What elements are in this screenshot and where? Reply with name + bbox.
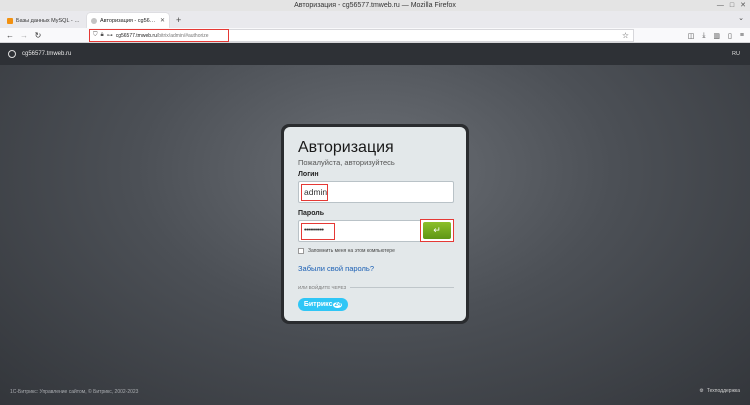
tab-title: Авторизация - cg56577.tmweb.ru (100, 17, 157, 24)
or-separator: ИЛИ ВОЙДИТЕ ЧЕРЕЗ (298, 285, 454, 290)
url-host: cg56577.tmweb.ru (115, 32, 157, 39)
support-label: Техподдержка (706, 388, 740, 394)
copyright: 1С-Битрикс: Управление сайтом, © Битрикс… (10, 389, 139, 395)
bitrix24-login-button[interactable]: Битрикс 24 (298, 298, 348, 311)
login-value[interactable]: admin (301, 184, 328, 201)
enter-icon: ↵ (433, 225, 441, 235)
sidebar-icon[interactable]: ▯ (728, 32, 732, 40)
url-bar[interactable]: ⛉ 🔒︎ ⊶ cg56577.tmweb.ru/bitrix/admin/#au… (89, 29, 229, 42)
separator-line (350, 287, 454, 288)
auth-title: Авторизация (298, 139, 394, 156)
tab-title: Базы данных MySQL - Интерн (16, 17, 81, 24)
gear-icon: ⚙ (699, 388, 704, 394)
window-controls: — □ ✕ (717, 0, 746, 11)
pocket-icon[interactable]: ◫ (688, 32, 695, 40)
login-label: Логин (298, 171, 319, 178)
lock-icon[interactable]: 🔒︎ (101, 32, 104, 39)
b24-num: 24 (333, 301, 343, 308)
bitrix-favicon-icon (91, 17, 97, 24)
list-tabs-icon[interactable]: ⌄ (738, 14, 744, 22)
toolbar-right: ◫ ⤓ ▥ ▯ ≡ (688, 28, 744, 43)
password-value[interactable]: •••••••••• (301, 223, 335, 240)
site-icon[interactable] (8, 50, 16, 58)
login-field[interactable]: admin (298, 181, 454, 203)
window-title: Авторизация - cg56577.tmweb.ru — Mozilla… (294, 2, 456, 9)
forward-icon[interactable]: → (17, 31, 31, 40)
new-tab-button[interactable]: + (171, 13, 186, 28)
auth-form: Авторизация Пожалуйста, авторизуйтесь Ло… (284, 127, 466, 321)
minimize-icon[interactable]: — (717, 0, 724, 11)
auth-subtitle: Пожалуйста, авторизуйтесь (298, 158, 395, 167)
url-bar-extension[interactable]: ☆ (229, 29, 634, 42)
mysql-favicon-icon (7, 17, 13, 24)
window-titlebar: Авторизация - cg56577.tmweb.ru — Mozilla… (0, 0, 750, 11)
nav-bar: ← → ↻ ⛉ 🔒︎ ⊶ cg56577.tmweb.ru/bitrix/adm… (0, 28, 750, 43)
library-icon[interactable]: ▥ (713, 32, 720, 40)
page-header: cg56577.tmweb.ru RU (0, 43, 750, 65)
bookmark-star-icon[interactable]: ☆ (622, 30, 629, 42)
remember-me[interactable]: Запомнить меня на этом компьютере (298, 248, 395, 254)
maximize-icon[interactable]: □ (730, 0, 734, 11)
tab-bar: Базы данных MySQL - Интерн Авторизация -… (0, 11, 750, 28)
support-link[interactable]: ⚙ Техподдержка (699, 388, 740, 394)
downloads-icon[interactable]: ⤓ (702, 32, 705, 40)
login-submit-button[interactable]: ↵ (423, 222, 451, 239)
shield-icon[interactable]: ⛉ (93, 32, 98, 39)
language-switch[interactable]: RU (732, 43, 740, 65)
or-label: ИЛИ ВОЙДИТЕ ЧЕРЕЗ (298, 285, 347, 290)
close-window-icon[interactable]: ✕ (740, 0, 746, 11)
menu-icon[interactable]: ≡ (740, 32, 744, 39)
password-label: Пароль (298, 210, 325, 217)
auth-card: Авторизация Пожалуйста, авторизуйтесь Ло… (281, 124, 469, 324)
reload-icon[interactable]: ↻ (31, 31, 45, 40)
b24-label: Битрикс (303, 301, 333, 308)
back-icon[interactable]: ← (3, 31, 17, 40)
forgot-password-link[interactable]: Забыли свой пароль? (298, 264, 374, 273)
submit-highlight: ↵ (420, 219, 454, 242)
remember-checkbox[interactable] (298, 248, 304, 254)
remember-label: Запомнить меня на этом компьютере (308, 248, 395, 254)
permissions-icon[interactable]: ⊶ (107, 32, 113, 39)
tab-auth[interactable]: Авторизация - cg56577.tmweb.ru ✕ (87, 13, 169, 28)
tab-close-icon[interactable]: ✕ (160, 17, 165, 24)
url-path: /bitrix/admin/#authorize (156, 32, 209, 39)
tab-mysql[interactable]: Базы данных MySQL - Интерн (3, 13, 85, 28)
bitrix-page: cg56577.tmweb.ru RU Авторизация Пожалуйс… (0, 43, 750, 405)
site-name[interactable]: cg56577.tmweb.ru (22, 51, 71, 57)
